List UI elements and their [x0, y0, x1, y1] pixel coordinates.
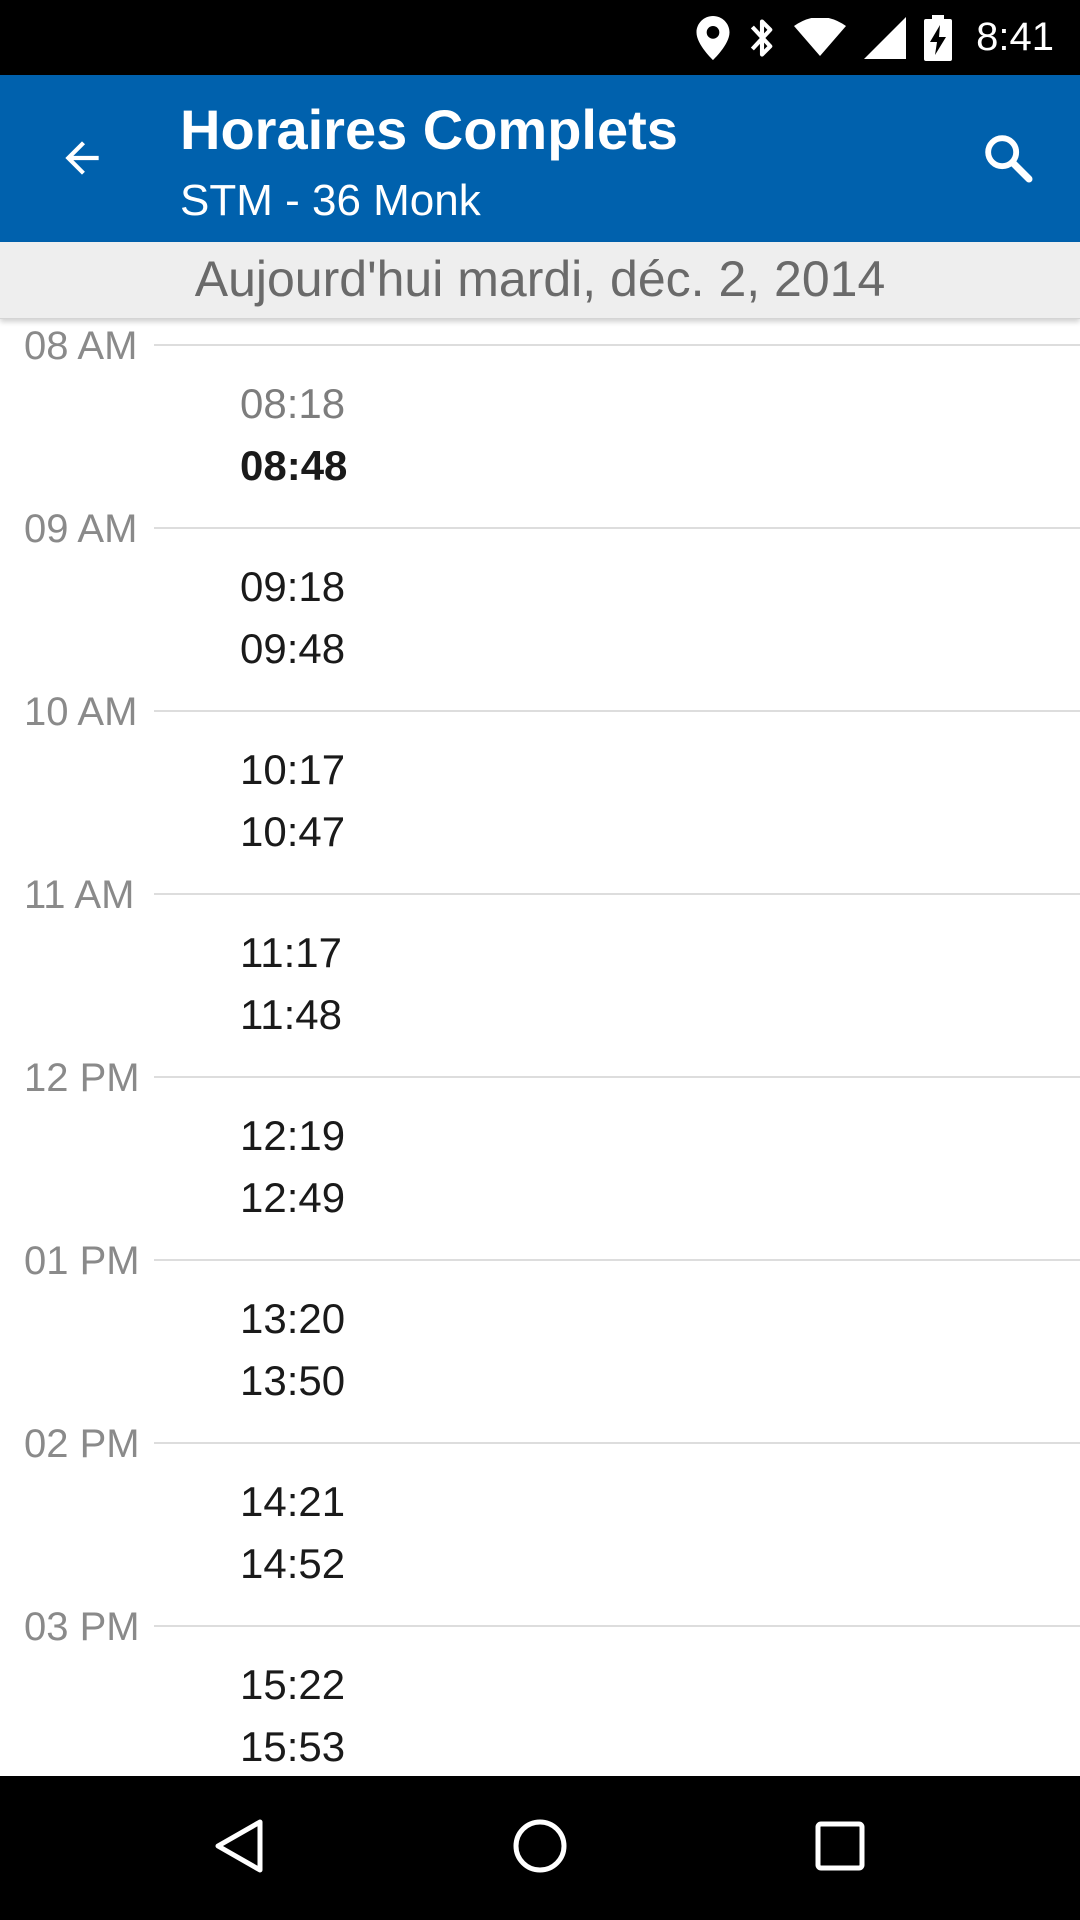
departure-time[interactable]: 11:48: [240, 991, 342, 1039]
hour-group: 11 AM 11:17 11:48: [0, 873, 1080, 1076]
departure-time[interactable]: 09:18: [240, 563, 345, 611]
nav-recents-button[interactable]: [804, 1812, 876, 1884]
hour-label: 03 PM: [24, 1605, 150, 1650]
nav-back-icon: [210, 1816, 270, 1881]
departure-time[interactable]: 12:19: [240, 1112, 345, 1160]
hour-group: 03 PM 15:22 15:53: [0, 1605, 1080, 1776]
departure-time[interactable]: 11:17: [240, 929, 342, 977]
departure-time[interactable]: 13:50: [240, 1357, 345, 1405]
hour-divider: [154, 710, 1080, 712]
hour-divider: [154, 1259, 1080, 1261]
hour-label: 11 AM: [24, 873, 145, 918]
nav-home-button[interactable]: [504, 1812, 576, 1884]
hour-divider: [154, 1442, 1080, 1444]
hour-label: 10 AM: [24, 690, 148, 735]
hour-group: 01 PM 13:20 13:50: [0, 1239, 1080, 1442]
search-icon: [980, 130, 1036, 191]
page-title: Horaires Complets: [180, 98, 678, 161]
departure-time-past[interactable]: 08:18: [240, 380, 345, 428]
departure-time[interactable]: 10:17: [240, 746, 345, 794]
cell-signal-icon: [864, 16, 907, 59]
departure-time[interactable]: 15:22: [240, 1661, 345, 1709]
hour-label: 12 PM: [24, 1056, 150, 1101]
bluetooth-icon: [748, 16, 776, 60]
departure-time-next[interactable]: 08:48: [240, 442, 347, 490]
status-bar: 8:41: [0, 0, 1080, 75]
page-subtitle: STM - 36 Monk: [180, 176, 481, 225]
hour-group: 09 AM 09:18 09:48: [0, 507, 1080, 710]
hour-group: 10 AM 10:17 10:47: [0, 690, 1080, 893]
location-icon: [696, 15, 730, 60]
navigation-bar: [0, 1776, 1080, 1920]
screen: 8:41 Horaires Complets STM - 36 Monk Auj…: [0, 0, 1080, 1920]
hour-divider: [154, 1076, 1080, 1078]
departure-time[interactable]: 09:48: [240, 625, 345, 673]
departure-time[interactable]: 10:47: [240, 808, 345, 856]
back-button[interactable]: [40, 118, 124, 202]
hour-divider: [154, 1625, 1080, 1627]
nav-back-button[interactable]: [204, 1812, 276, 1884]
hour-group: 12 PM 12:19 12:49: [0, 1056, 1080, 1259]
hour-divider: [154, 344, 1080, 346]
app-bar: Horaires Complets STM - 36 Monk: [0, 75, 1080, 242]
hour-label: 08 AM: [24, 324, 148, 369]
date-header: Aujourd'hui mardi, déc. 2, 2014: [0, 242, 1080, 319]
arrow-back-icon: [57, 133, 107, 188]
battery-charging-icon: [924, 14, 953, 61]
date-text: Aujourd'hui mardi, déc. 2, 2014: [194, 251, 886, 307]
hour-label: 02 PM: [24, 1422, 150, 1467]
departure-time[interactable]: 13:20: [240, 1295, 345, 1343]
hour-label: 09 AM: [24, 507, 148, 552]
nav-recents-icon: [812, 1818, 868, 1879]
nav-home-icon: [510, 1816, 570, 1881]
departure-time[interactable]: 12:49: [240, 1174, 345, 1222]
departure-time[interactable]: 14:21: [240, 1478, 345, 1526]
hour-divider: [154, 527, 1080, 529]
hour-label: 01 PM: [24, 1239, 150, 1284]
departure-time[interactable]: 14:52: [240, 1540, 345, 1588]
status-icons: 8:41: [696, 0, 1054, 75]
wifi-icon: [794, 17, 847, 58]
hour-group: 08 AM 08:18 08:48: [0, 324, 1080, 527]
hour-divider: [154, 893, 1080, 895]
departure-time[interactable]: 15:53: [240, 1723, 345, 1771]
search-button[interactable]: [966, 118, 1050, 202]
clock-time: 8:41: [976, 15, 1054, 59]
schedule-list[interactable]: 08 AM 08:18 08:48 09 AM 09:18 09:48 10 A…: [0, 318, 1080, 1776]
hour-group: 02 PM 14:21 14:52: [0, 1422, 1080, 1625]
